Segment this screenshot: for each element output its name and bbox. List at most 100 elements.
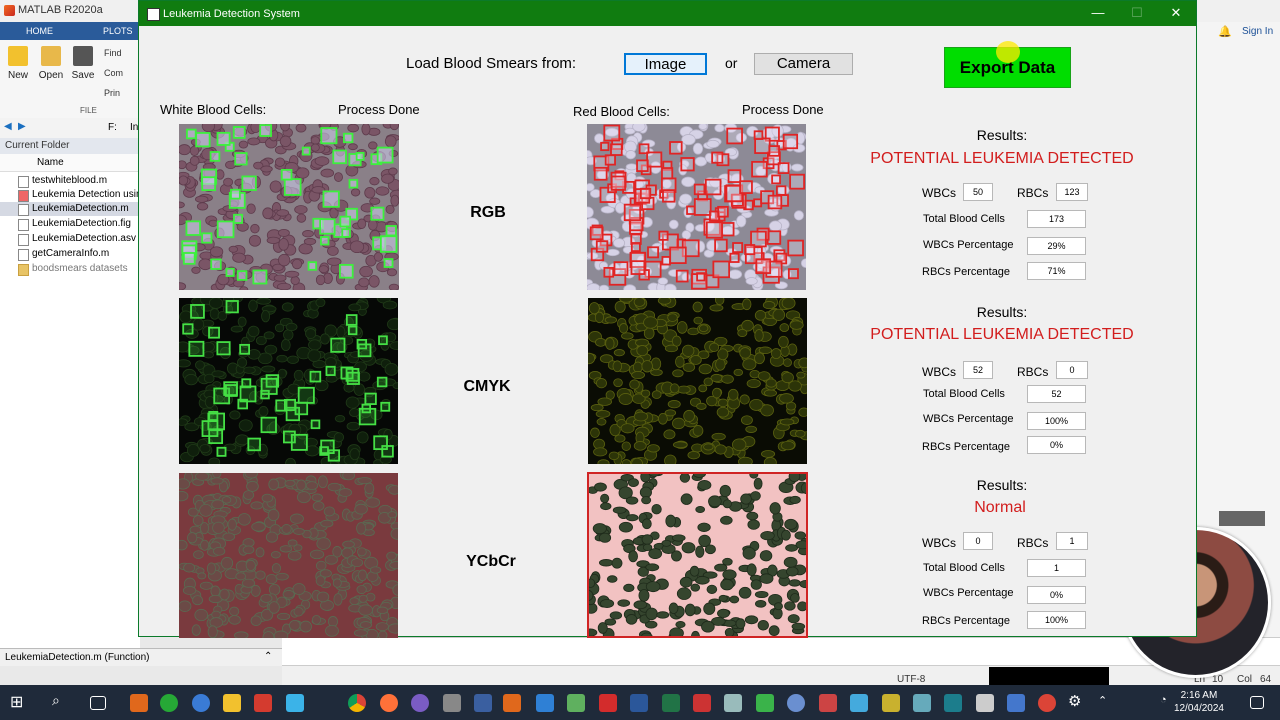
compare-button[interactable]: Com: [104, 68, 123, 78]
wbc-pct-field[interactable]: 29%: [1027, 237, 1086, 255]
bell-icon[interactable]: 🔔: [1218, 25, 1232, 38]
rbc-pct-field[interactable]: 100%: [1027, 611, 1086, 629]
gear-icon[interactable]: ⚙: [1068, 692, 1086, 710]
matlab-logo-icon: [4, 5, 15, 16]
wbc-pct-field[interactable]: 100%: [1027, 412, 1086, 430]
detection-box: [320, 236, 330, 246]
app-icon[interactable]: [286, 694, 304, 712]
forward-arrow-icon[interactable]: ▶: [18, 121, 26, 132]
acrobat-icon[interactable]: [599, 694, 617, 712]
find-files-button[interactable]: Find: [104, 48, 122, 58]
file-explorer-icon[interactable]: [223, 694, 241, 712]
total-field[interactable]: 1: [1027, 559, 1086, 577]
blood-cell: [784, 518, 798, 530]
total-field[interactable]: 173: [1027, 210, 1086, 228]
blood-cell: [199, 503, 213, 517]
blood-cell: [651, 504, 662, 515]
detection-box: [600, 141, 610, 152]
word-icon[interactable]: [630, 694, 648, 712]
chrome-icon[interactable]: [348, 694, 366, 712]
app-icon[interactable]: [474, 694, 492, 712]
app-icon[interactable]: [411, 694, 429, 712]
camera-button[interactable]: Camera: [754, 53, 853, 75]
new-button[interactable]: New: [3, 46, 33, 81]
file-row[interactable]: Leukemia Detection usin: [0, 188, 140, 202]
detection-box: [696, 272, 706, 282]
sign-in-link[interactable]: Sign In: [1242, 26, 1273, 37]
tab-home[interactable]: HOME: [26, 26, 53, 36]
wbc-pct-label: WBCs Percentage: [923, 413, 1014, 425]
file-row-selected[interactable]: LeukemiaDetection.m: [0, 202, 140, 216]
tab-plots[interactable]: PLOTS: [103, 26, 133, 36]
task-view-icon[interactable]: [90, 696, 106, 710]
name-column-header[interactable]: Name: [0, 154, 140, 172]
detection-box: [216, 446, 227, 457]
matlab-icon[interactable]: [503, 694, 521, 712]
blood-cell: [369, 566, 382, 574]
file-row[interactable]: getCameraInfo.m: [0, 247, 140, 261]
maximize-button[interactable]: ☐: [1122, 4, 1152, 22]
blood-cell: [311, 493, 323, 502]
app-icon[interactable]: [882, 694, 900, 712]
save-button[interactable]: Save: [68, 46, 98, 81]
search-icon[interactable]: ⌕: [52, 692, 70, 710]
app-icon[interactable]: [567, 694, 585, 712]
print-button[interactable]: Prin: [104, 88, 120, 98]
pycharm-icon[interactable]: [756, 694, 774, 712]
detection-box: [768, 145, 780, 157]
wbcs-field[interactable]: 50: [963, 183, 993, 201]
notifications-icon[interactable]: [1250, 696, 1264, 709]
blood-cell: [229, 410, 241, 420]
total-field[interactable]: 52: [1027, 385, 1086, 403]
open-button[interactable]: Open: [36, 46, 66, 81]
blood-cell: [201, 124, 216, 133]
blood-cell: [692, 301, 703, 313]
close-button[interactable]: ✕: [1161, 4, 1191, 22]
wbcs-field[interactable]: 0: [963, 532, 993, 550]
blood-cell: [697, 522, 711, 532]
app-icon[interactable]: [976, 694, 994, 712]
rbcs-field[interactable]: 1: [1056, 532, 1088, 550]
app-icon[interactable]: [254, 694, 272, 712]
chevron-up-icon[interactable]: ⌃: [1098, 694, 1116, 712]
blood-cell: [320, 519, 334, 528]
taskbar-clock[interactable]: 2:16 AM 12/04/2024: [1174, 689, 1224, 715]
file-row[interactable]: LeukemiaDetection.asv: [0, 232, 140, 246]
windows-start-icon[interactable]: ⊞: [10, 692, 28, 711]
app-icon[interactable]: [819, 694, 837, 712]
app-icon[interactable]: [1007, 694, 1025, 712]
app-icon[interactable]: [192, 694, 210, 712]
file-row[interactable]: LeukemiaDetection.fig: [0, 217, 140, 231]
wbc-pct-field[interactable]: 0%: [1027, 586, 1086, 604]
app-icon[interactable]: [693, 694, 711, 712]
vscode-icon[interactable]: [536, 694, 554, 712]
excel-icon[interactable]: [662, 694, 680, 712]
encoding-label: UTF-8: [897, 674, 926, 685]
rbc-pct-field[interactable]: 0%: [1027, 436, 1086, 454]
rbcs-field[interactable]: 0: [1056, 361, 1088, 379]
app-icon[interactable]: [443, 694, 461, 712]
path-crumb[interactable]: F:: [108, 122, 117, 133]
blood-cell: [349, 408, 360, 417]
folder-row[interactable]: boodsmears datasets: [0, 262, 140, 276]
detection-box: [225, 384, 238, 397]
firefox-icon[interactable]: [380, 694, 398, 712]
app-icon[interactable]: [913, 694, 931, 712]
app-icon[interactable]: [1038, 694, 1056, 712]
file-row[interactable]: testwhiteblood.m: [0, 174, 140, 188]
chevron-up-icon[interactable]: ⌃: [264, 651, 272, 662]
app-icon[interactable]: [130, 694, 148, 712]
rbc-pct-field[interactable]: 71%: [1027, 262, 1086, 280]
blood-cell: [251, 522, 266, 532]
minimize-button[interactable]: —: [1083, 4, 1113, 22]
image-button[interactable]: Image: [624, 53, 707, 75]
wbcs-field[interactable]: 52: [963, 361, 993, 379]
app-icon[interactable]: [724, 694, 742, 712]
app-icon[interactable]: [850, 694, 868, 712]
rbcs-field[interactable]: 123: [1056, 183, 1088, 201]
blood-cell: [608, 451, 620, 461]
r-icon[interactable]: [787, 694, 805, 712]
app-icon[interactable]: [944, 694, 962, 712]
back-arrow-icon[interactable]: ◀: [4, 121, 12, 132]
app-icon[interactable]: [160, 694, 178, 712]
